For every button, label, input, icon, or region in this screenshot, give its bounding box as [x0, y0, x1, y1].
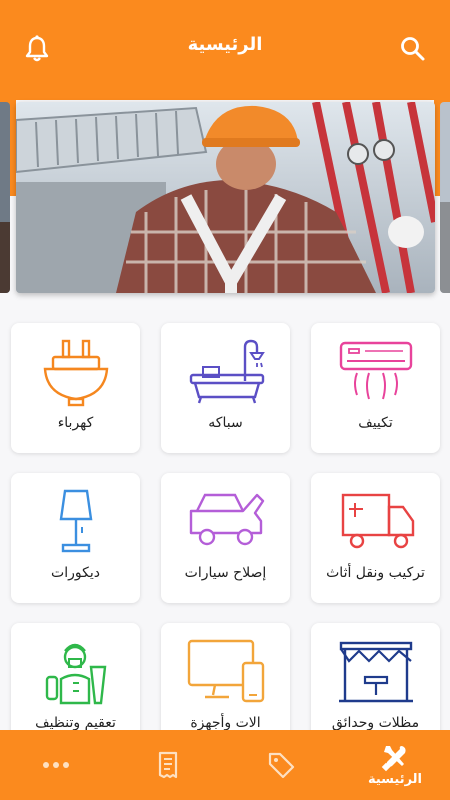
- service-label: إصلاح سيارات: [184, 565, 267, 581]
- bathtub-icon: [189, 339, 265, 404]
- cleaner-icon: [45, 643, 107, 705]
- nav-home-label: الرئيسية: [367, 772, 423, 787]
- service-label: مظلات وحدائق: [331, 715, 420, 731]
- car-icon: [189, 493, 265, 546]
- nav-more[interactable]: [11, 730, 101, 800]
- devices-icon: [187, 639, 265, 703]
- service-label: تعقيم وتنظيف: [35, 715, 116, 731]
- lamp-icon: [59, 489, 93, 553]
- more-icon: [43, 762, 69, 768]
- banner-image[interactable]: [16, 102, 435, 293]
- service-label: تكييف: [358, 415, 393, 431]
- service-label: سباكه: [208, 415, 243, 431]
- service-label: كهرباء: [57, 415, 94, 431]
- service-card[interactable]: تركيب ونقل أثاث: [311, 473, 440, 603]
- service-label: ديكورات: [51, 565, 100, 581]
- service-label: تركيب ونقل أثاث: [326, 565, 425, 581]
- gazebo-icon: [339, 641, 413, 703]
- banner-peek-next[interactable]: [440, 102, 450, 293]
- service-card[interactable]: ديكورات: [11, 473, 140, 603]
- banner-peek-prev[interactable]: [0, 102, 10, 293]
- plug-icon: [43, 339, 109, 407]
- service-card[interactable]: إصلاح سيارات: [161, 473, 290, 603]
- service-card[interactable]: سباكه: [161, 323, 290, 453]
- search-icon[interactable]: [398, 34, 428, 64]
- page-title: الرئيسية: [187, 34, 263, 55]
- tools-icon: [381, 746, 406, 772]
- receipt-icon: [158, 751, 178, 779]
- nav-orders[interactable]: [123, 730, 213, 800]
- air-conditioner-icon: [339, 341, 413, 400]
- tag-icon: [268, 752, 295, 779]
- nav-offers[interactable]: [236, 730, 326, 800]
- service-label: الات وأجهزة: [190, 715, 261, 731]
- service-card[interactable]: تكييف: [311, 323, 440, 453]
- app-header: الرئيسية: [0, 0, 450, 100]
- nav-home[interactable]: الرئيسية: [350, 730, 440, 800]
- service-card[interactable]: كهرباء: [11, 323, 140, 453]
- truck-icon: [341, 493, 415, 549]
- bottom-nav: الرئيسية: [0, 730, 450, 800]
